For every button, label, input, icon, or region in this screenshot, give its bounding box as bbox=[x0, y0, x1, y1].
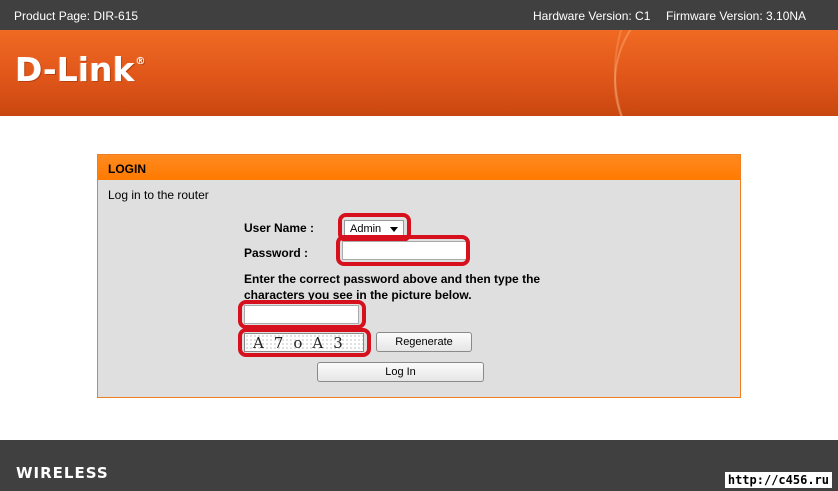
highlight-captcha-image bbox=[238, 328, 371, 357]
regenerate-button[interactable]: Regenerate bbox=[376, 332, 472, 352]
firmware-version-text: Firmware Version: 3.10NA bbox=[666, 9, 807, 23]
registered-mark: ® bbox=[135, 56, 146, 67]
top-info-bar: Product Page: DIR-615 Hardware Version: … bbox=[0, 0, 838, 30]
hardware-version-text: Hardware Version: C1 bbox=[533, 9, 651, 23]
header-banner: D-Link® bbox=[0, 30, 838, 116]
login-button[interactable]: Log In bbox=[317, 362, 484, 382]
login-panel: LOGIN Log in to the router User Name : A… bbox=[97, 154, 741, 398]
username-label: User Name : bbox=[244, 221, 315, 235]
product-page-text: Product Page: DIR-615 bbox=[14, 9, 139, 23]
password-label: Password : bbox=[244, 246, 309, 260]
banner-swoosh-decoration bbox=[614, 30, 838, 116]
captcha-instructions: Enter the correct password above and the… bbox=[244, 272, 541, 302]
logo-text: D-Link bbox=[15, 50, 135, 89]
footer-bar: WIRELESS bbox=[0, 440, 838, 491]
watermark-url: http://c456.ru bbox=[724, 472, 832, 488]
wireless-brand-text: WIRELESS bbox=[16, 464, 109, 482]
dlink-logo: D-Link® bbox=[15, 50, 146, 89]
highlight-captcha-input bbox=[238, 300, 366, 329]
login-title: LOGIN bbox=[108, 162, 146, 176]
highlight-password bbox=[336, 235, 470, 266]
login-header: LOGIN bbox=[98, 155, 740, 180]
login-subtitle: Log in to the router bbox=[108, 188, 209, 202]
